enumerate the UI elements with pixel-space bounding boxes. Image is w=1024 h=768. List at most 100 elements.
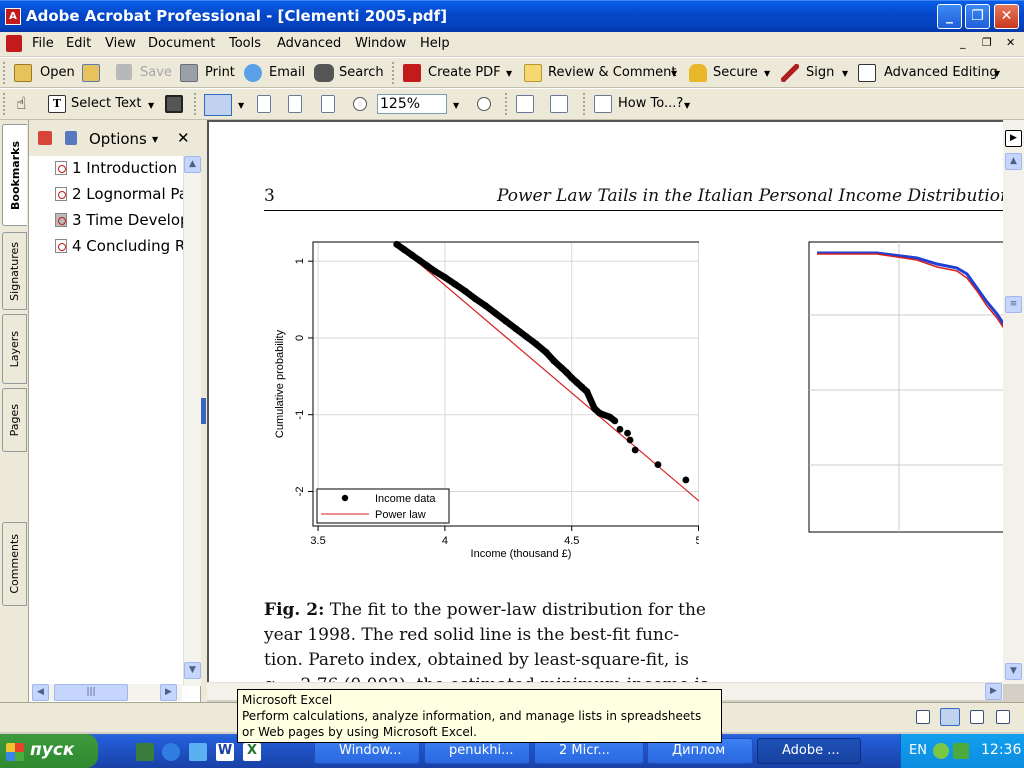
toolbar-grip[interactable] bbox=[583, 93, 586, 115]
toolbar-grip[interactable] bbox=[3, 62, 6, 84]
tab-comments[interactable]: Comments bbox=[2, 522, 27, 606]
continuous-page-icon[interactable] bbox=[940, 708, 960, 726]
close-button[interactable]: ✕ bbox=[994, 4, 1019, 29]
save-button[interactable]: Save bbox=[140, 65, 172, 80]
tab-signatures[interactable]: Signatures bbox=[2, 232, 27, 310]
menu-tools[interactable]: Tools bbox=[229, 36, 261, 51]
scroll-thumb[interactable]: ≡ bbox=[1005, 296, 1022, 313]
menu-view[interactable]: View bbox=[105, 36, 136, 51]
scroll-right-arrow[interactable]: ▶ bbox=[160, 684, 177, 701]
facing-page-icon[interactable] bbox=[970, 710, 984, 724]
fit-width-icon[interactable] bbox=[321, 95, 335, 113]
bookmark-item-3[interactable]: 3 Time Develop bbox=[72, 211, 200, 229]
task-adobe[interactable]: Adobe ... bbox=[757, 738, 861, 764]
word-icon[interactable]: W bbox=[216, 743, 234, 761]
select-text-button[interactable]: Select Text bbox=[71, 96, 142, 111]
tab-pages[interactable]: Pages bbox=[2, 388, 27, 452]
toolbar-grip[interactable] bbox=[194, 93, 197, 115]
menu-file[interactable]: File bbox=[32, 36, 54, 51]
scroll-down-arrow[interactable]: ▼ bbox=[184, 662, 201, 679]
splitter-handle[interactable] bbox=[201, 398, 206, 424]
quicklaunch-icon[interactable] bbox=[189, 743, 207, 761]
review-dropdown[interactable]: ▼ bbox=[671, 69, 677, 78]
menu-document[interactable]: Document bbox=[148, 36, 215, 51]
menu-advanced[interactable]: Advanced bbox=[277, 36, 341, 51]
data-point bbox=[631, 446, 639, 454]
bookmarks-horizontal-scrollbar[interactable]: ◀ ||| ▶ bbox=[32, 684, 182, 701]
advanced-dropdown[interactable]: ▼ bbox=[994, 69, 1000, 78]
expand-arrow[interactable]: ▶ bbox=[1005, 130, 1022, 147]
tab-bookmarks[interactable]: Bookmarks bbox=[2, 124, 27, 226]
quicklaunch-icon[interactable] bbox=[136, 743, 154, 761]
sign-button[interactable]: Sign bbox=[806, 65, 834, 80]
language-indicator[interactable]: EN bbox=[909, 743, 927, 758]
hand-tool-icon[interactable]: ☝ bbox=[16, 94, 26, 114]
internet-explorer-icon[interactable] bbox=[162, 743, 180, 761]
scroll-down-arrow[interactable]: ▼ bbox=[1005, 663, 1022, 680]
snapshot-icon[interactable] bbox=[165, 95, 183, 113]
toolbar-grip[interactable] bbox=[505, 93, 508, 115]
secure-button[interactable]: Secure bbox=[713, 65, 758, 80]
excel-icon[interactable]: X bbox=[243, 743, 261, 761]
bookmark-item-2[interactable]: 2 Lognormal Pa bbox=[72, 185, 200, 203]
select-text-dropdown[interactable]: ▼ bbox=[148, 101, 154, 110]
options-menu[interactable]: Options bbox=[89, 130, 147, 148]
doc-close-button[interactable]: ✕ bbox=[1006, 36, 1015, 49]
menu-edit[interactable]: Edit bbox=[66, 36, 91, 51]
bookmark-icon[interactable] bbox=[38, 131, 52, 145]
document-icon[interactable] bbox=[6, 35, 22, 52]
scroll-up-arrow[interactable]: ▲ bbox=[184, 156, 201, 173]
tab-layers[interactable]: Layers bbox=[2, 314, 27, 384]
review-comment-button[interactable]: Review & Comment bbox=[548, 65, 676, 80]
menu-help[interactable]: Help bbox=[420, 36, 450, 51]
how-to-button[interactable]: How To...? bbox=[618, 96, 683, 111]
rotate-ccw-icon[interactable] bbox=[516, 95, 534, 113]
organizer-icon[interactable] bbox=[82, 64, 100, 82]
pdf-bookmark-icon bbox=[55, 213, 67, 227]
toolbar-grip[interactable] bbox=[392, 62, 395, 84]
create-pdf-button[interactable]: Create PDF bbox=[428, 65, 501, 80]
maximize-button[interactable]: ❐ bbox=[965, 4, 990, 29]
system-tray: EN 12:36 bbox=[900, 734, 1024, 768]
doc-restore-button[interactable]: ❐ bbox=[982, 36, 992, 49]
options-dropdown-icon[interactable]: ▼ bbox=[152, 135, 158, 144]
zoom-in-icon[interactable] bbox=[477, 97, 491, 111]
zoom-dropdown[interactable]: ▼ bbox=[453, 101, 459, 110]
zoom-field[interactable]: 125% bbox=[377, 94, 447, 114]
messenger-icon[interactable] bbox=[953, 743, 969, 759]
doc-minimize-button[interactable]: _ bbox=[960, 36, 966, 49]
open-button[interactable]: Open bbox=[40, 65, 75, 80]
how-to-dropdown[interactable]: ▼ bbox=[684, 101, 690, 110]
zoom-tool-dropdown[interactable]: ▼ bbox=[238, 101, 244, 110]
create-pdf-dropdown[interactable]: ▼ bbox=[506, 69, 512, 78]
continuous-facing-icon[interactable] bbox=[996, 710, 1010, 724]
network-icon[interactable] bbox=[933, 743, 949, 759]
scroll-thumb[interactable]: ||| bbox=[54, 684, 128, 701]
rotate-cw-icon[interactable] bbox=[550, 95, 568, 113]
caption-line-2: year 1998. The red solid line is the bes… bbox=[264, 625, 680, 645]
scroll-right-arrow[interactable]: ▶ bbox=[985, 683, 1002, 700]
zoom-in-tool-icon[interactable] bbox=[204, 94, 232, 116]
toolbar-grip[interactable] bbox=[3, 93, 6, 115]
bookmark-item-1[interactable]: 1 Introduction bbox=[72, 159, 200, 177]
actual-size-icon[interactable] bbox=[257, 95, 271, 113]
search-button[interactable]: Search bbox=[339, 65, 384, 80]
minimize-button[interactable]: _ bbox=[937, 4, 962, 29]
scroll-up-arrow[interactable]: ▲ bbox=[1005, 153, 1022, 170]
single-page-icon[interactable] bbox=[916, 710, 930, 724]
bookmark-item-4[interactable]: 4 Concluding R bbox=[72, 237, 200, 255]
advanced-editing-button[interactable]: Advanced Editing bbox=[884, 65, 998, 80]
email-button[interactable]: Email bbox=[269, 65, 305, 80]
document-view[interactable]: 3 Power Law Tails in the Italian Persona… bbox=[207, 120, 1003, 684]
menu-window[interactable]: Window bbox=[355, 36, 406, 51]
fit-page-icon[interactable] bbox=[288, 95, 302, 113]
new-bookmark-icon[interactable] bbox=[65, 131, 77, 145]
secure-dropdown[interactable]: ▼ bbox=[764, 69, 770, 78]
sign-dropdown[interactable]: ▼ bbox=[842, 69, 848, 78]
print-button[interactable]: Print bbox=[205, 65, 235, 80]
document-vertical-scrollbar[interactable]: ▶ ▲ ≡ ▼ bbox=[1003, 120, 1024, 684]
close-panel-icon[interactable]: ✕ bbox=[177, 129, 190, 147]
bookmarks-vertical-scrollbar[interactable]: ▲ ▼ bbox=[183, 156, 201, 686]
scroll-left-arrow[interactable]: ◀ bbox=[32, 684, 49, 701]
zoom-out-icon[interactable] bbox=[353, 97, 367, 111]
